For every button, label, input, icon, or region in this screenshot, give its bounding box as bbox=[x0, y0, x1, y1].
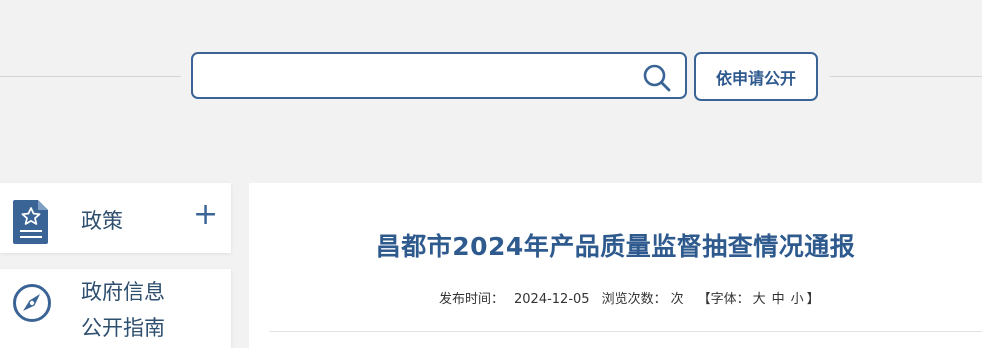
sidebar-item-label: 政策 bbox=[81, 209, 123, 233]
apply-disclosure-button[interactable]: 依申请公开 bbox=[694, 52, 818, 101]
sidebar-item-label-line1: 政府信息 bbox=[81, 280, 165, 304]
font-size-large[interactable]: 大 bbox=[753, 292, 766, 307]
font-size-small[interactable]: 小 bbox=[791, 292, 804, 307]
search-input[interactable] bbox=[203, 60, 627, 93]
header-divider-right bbox=[830, 76, 982, 77]
publish-date: 2024-12-05 bbox=[514, 292, 590, 307]
header-divider-left bbox=[0, 76, 181, 77]
sidebar-item-policy[interactable]: 政策 + bbox=[0, 183, 231, 253]
article-meta: 发布时间： 2024-12-05 浏览次数：次【字体：大中小】 bbox=[439, 288, 824, 307]
article-panel: 昌都市2024年产品质量监督抽查情况通报 发布时间： 2024-12-05 浏览次数… bbox=[249, 183, 982, 348]
compass-icon bbox=[13, 284, 51, 322]
search-icon[interactable] bbox=[642, 63, 672, 93]
article-divider bbox=[269, 331, 982, 332]
sidebar-item-disclosure-guide[interactable]: 政府信息 公开指南 bbox=[0, 269, 231, 348]
font-size-close: 】 bbox=[806, 292, 820, 307]
views-suffix: 次 bbox=[670, 292, 684, 307]
article-title: 昌都市2024年产品质量监督抽查情况通报 bbox=[375, 232, 856, 261]
publish-label: 发布时间： bbox=[439, 292, 505, 307]
policy-document-star-icon bbox=[13, 200, 48, 244]
font-size-medium[interactable]: 中 bbox=[772, 292, 785, 307]
expand-plus-icon[interactable]: + bbox=[193, 200, 218, 230]
views-label: 浏览次数： bbox=[601, 292, 667, 307]
sidebar-item-label-line2: 公开指南 bbox=[81, 316, 165, 340]
font-size-open: 【字体： bbox=[697, 292, 750, 307]
search-box[interactable] bbox=[191, 52, 687, 99]
